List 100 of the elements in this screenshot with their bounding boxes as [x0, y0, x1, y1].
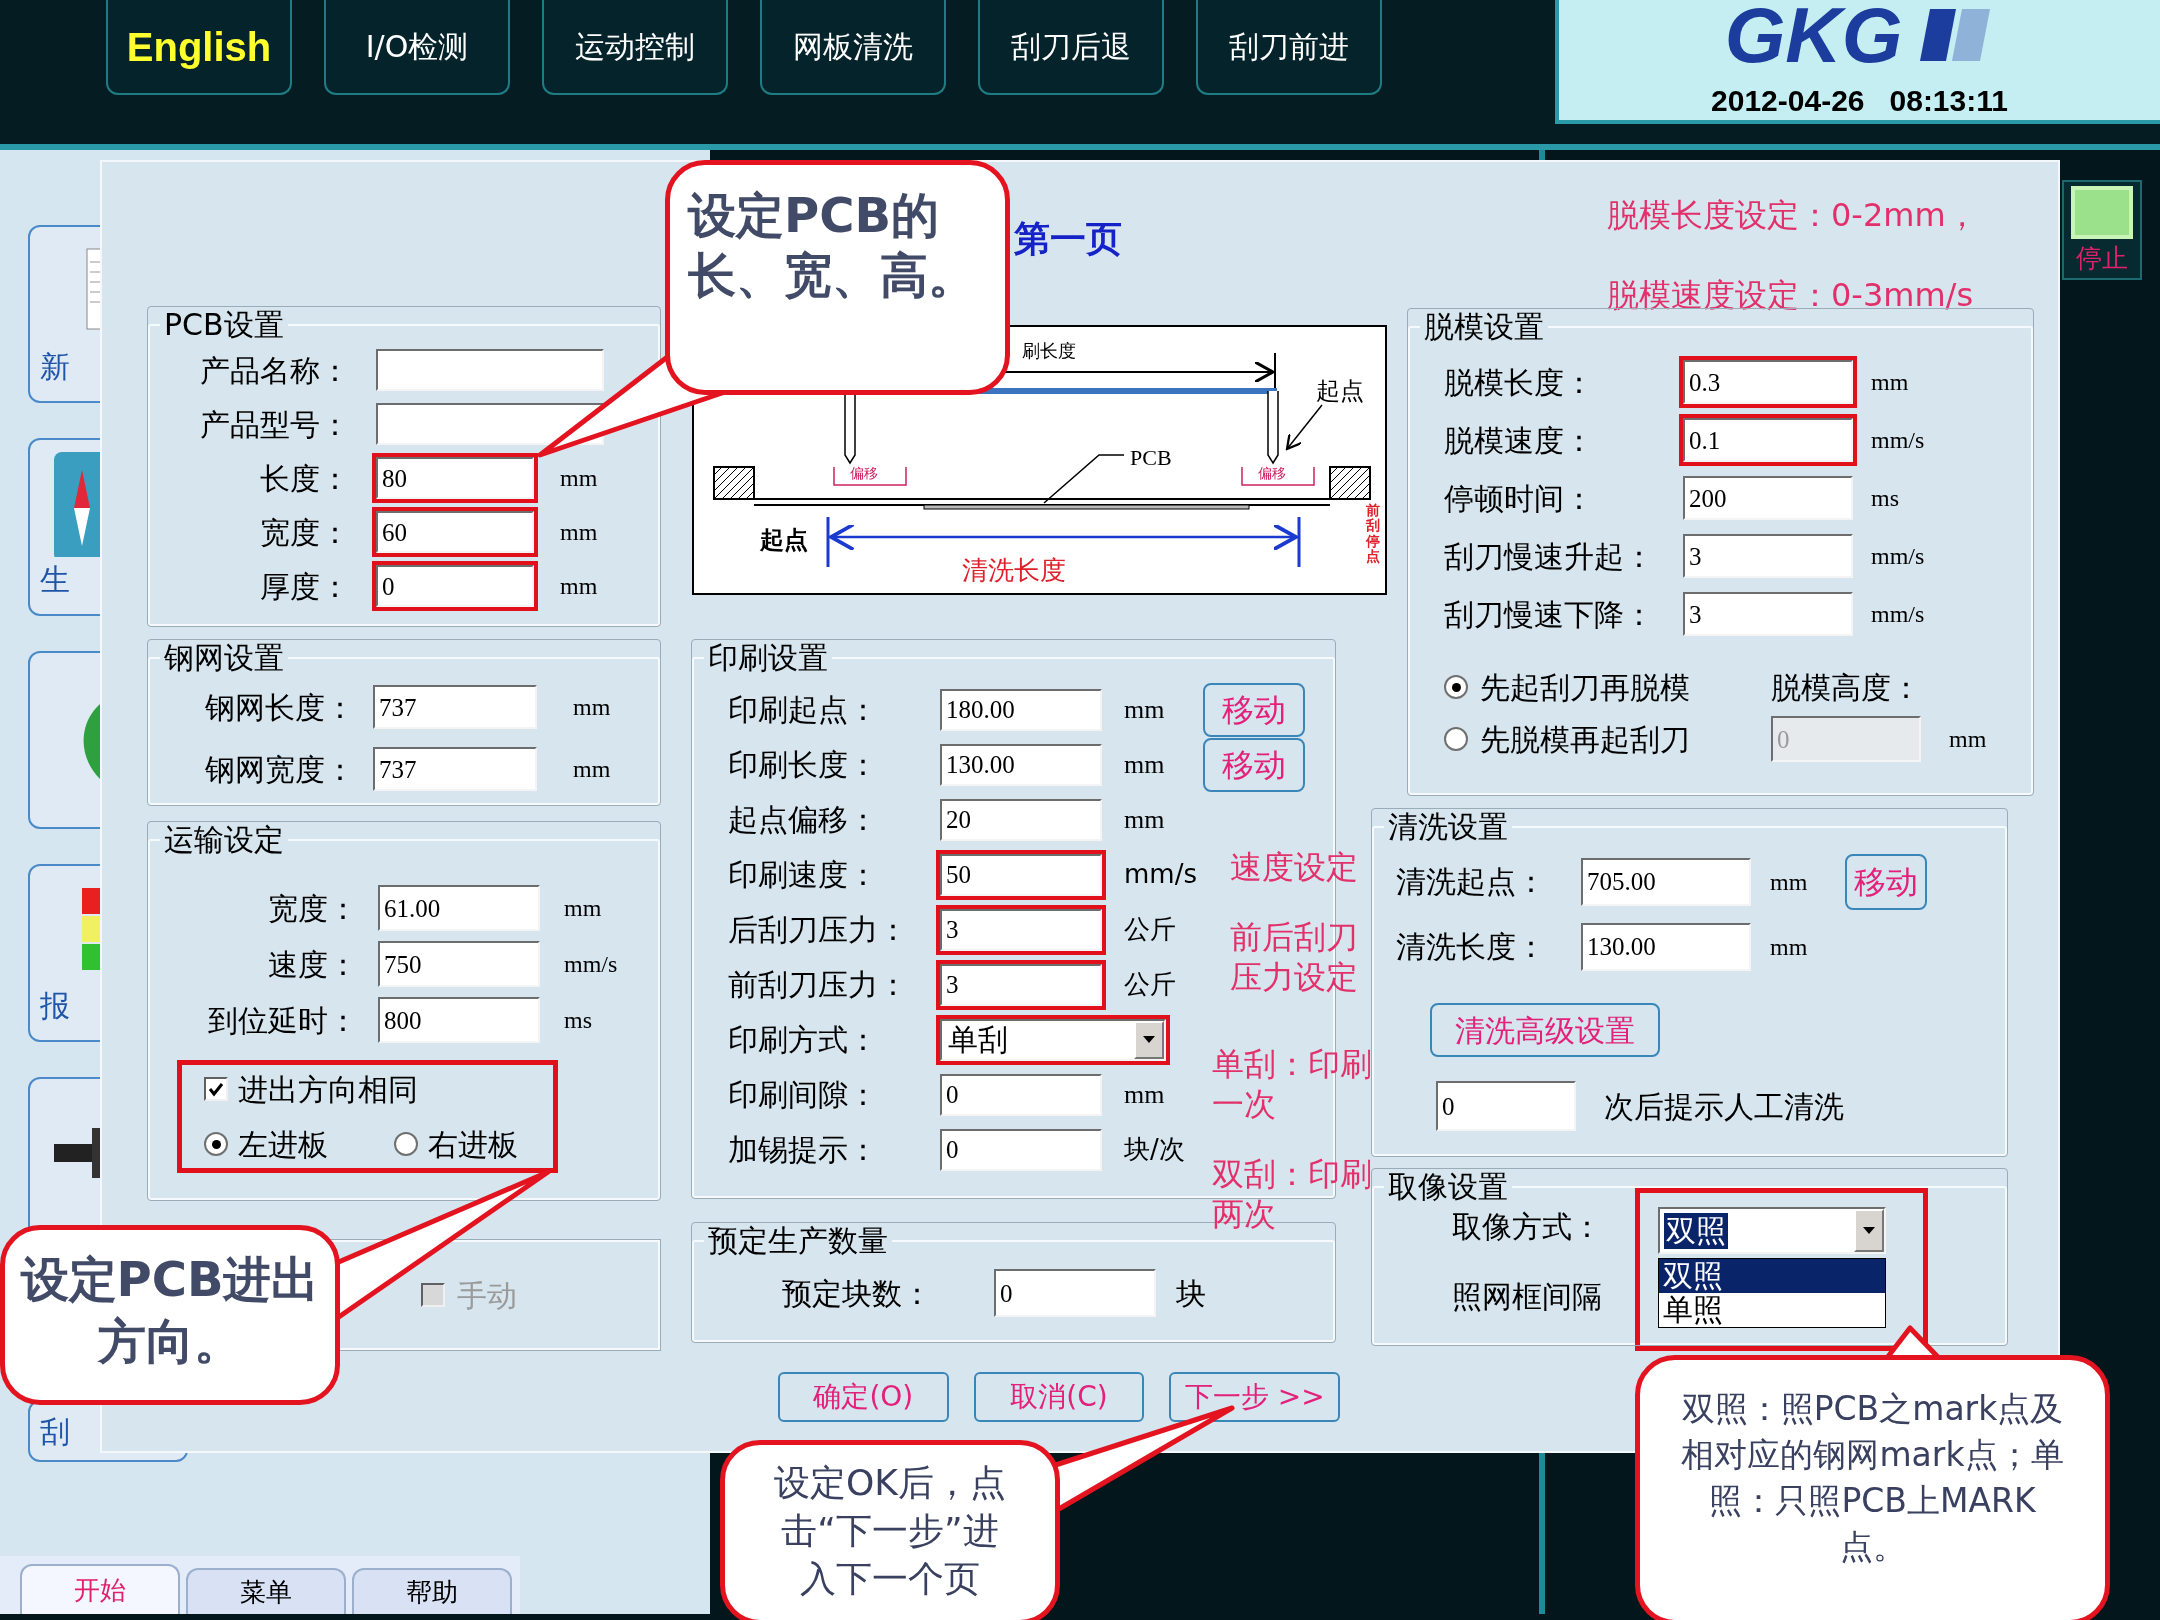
- input-field[interactable]: 737: [373, 685, 537, 729]
- group-title: 预定生产数量: [707, 1223, 889, 1259]
- unit-label: mm: [560, 464, 598, 493]
- radio-button[interactable]: [1444, 727, 1468, 751]
- side-button-label: 刮: [40, 1412, 71, 1451]
- radio-button[interactable]: [1444, 675, 1468, 699]
- group-title: 取像设置: [1387, 1169, 1509, 1205]
- unit-label: mm: [1770, 932, 1809, 962]
- nav-button[interactable]: 运动控制: [542, 0, 728, 95]
- input-field[interactable]: 0: [940, 1128, 1102, 1171]
- diagram-label: 偏移: [1258, 465, 1286, 481]
- side-button-label: 生: [40, 561, 71, 599]
- callout-bubble: 双照：照PCB之mark点及相对应的钢网mark点；单照：只照PCB上MARK点。: [1635, 1355, 2110, 1620]
- dropdown-button[interactable]: [1854, 1209, 1884, 1252]
- note-text: 速度设定: [1230, 847, 1359, 887]
- field-label: 印刷长度：: [728, 746, 879, 784]
- callout-bubble: 设定PCB进出方向。: [0, 1225, 340, 1405]
- group-title: 脱模设置: [1423, 309, 1545, 345]
- input-field[interactable]: 3: [1683, 592, 1853, 636]
- input-field[interactable]: 0: [376, 565, 534, 607]
- input-field[interactable]: 0: [994, 1269, 1156, 1317]
- input-field[interactable]: 130.00: [1581, 922, 1751, 971]
- input-field[interactable]: 0: [1436, 1081, 1576, 1131]
- input-field[interactable]: 0: [940, 1073, 1102, 1116]
- unit-label: ms: [564, 1006, 592, 1035]
- dropdown[interactable]: 单刮: [940, 1018, 1166, 1061]
- nav-button[interactable]: 刮刀前进: [1196, 0, 1382, 95]
- input-field[interactable]: 800: [378, 997, 540, 1043]
- unit-label: mm/s: [564, 950, 618, 979]
- input-field[interactable]: 3: [1683, 534, 1853, 578]
- side-button-label: 报: [40, 987, 71, 1025]
- input-field[interactable]: 3: [940, 908, 1102, 951]
- unit-label: 块/次: [1124, 1133, 1186, 1166]
- field-label: 预定块数：: [782, 1274, 933, 1313]
- dropdown[interactable]: 双照: [1658, 1207, 1886, 1254]
- input-field[interactable]: 80: [376, 457, 534, 499]
- checkmark-icon: [208, 1081, 224, 1097]
- radio-button[interactable]: [394, 1132, 418, 1156]
- field-label: 照网框间隔: [1452, 1278, 1603, 1316]
- input-field[interactable]: 750: [378, 941, 540, 987]
- input-field[interactable]: 0.3: [1683, 360, 1853, 404]
- field-label: 钢网长度：: [204, 688, 355, 727]
- unit-label: mm/s: [1124, 858, 1198, 891]
- bottom-tab[interactable]: 菜单: [186, 1568, 346, 1614]
- input-field[interactable]: 130.00: [940, 743, 1102, 786]
- field-label: 长度：: [259, 459, 350, 498]
- dropdown-option[interactable]: 双照: [1659, 1259, 1885, 1293]
- dropdown-button[interactable]: [1134, 1020, 1164, 1059]
- diagram-label: 清洗长度: [962, 554, 1066, 587]
- date-time: 2012-04-26 08:13:11: [1711, 83, 2008, 119]
- input-field[interactable]: 180.00: [940, 688, 1102, 731]
- unit-label: 公斤: [1124, 969, 1177, 1001]
- bottom-tab[interactable]: 开始: [20, 1564, 180, 1614]
- nav-button[interactable]: I/O检测: [324, 0, 510, 95]
- field-label: 钢网宽度：: [204, 750, 355, 789]
- note-text: 前后刮刀压力设定: [1230, 917, 1359, 997]
- input-field[interactable]: 50: [940, 853, 1102, 896]
- input-field[interactable]: 705.00: [1581, 857, 1751, 906]
- field-label: 脱模速度：: [1444, 421, 1595, 460]
- unit-label: mm: [573, 693, 611, 722]
- field-label: 产品型号：: [199, 405, 350, 444]
- checkbox-label: 手动: [457, 1276, 517, 1315]
- group-title: 运输设定: [163, 822, 285, 858]
- note-text: 单刮：印刷一次: [1212, 1044, 1373, 1124]
- checkbox[interactable]: [204, 1077, 228, 1101]
- unit-label: mm: [1124, 749, 1166, 781]
- diagram-label: 刷长度: [1022, 339, 1076, 363]
- group-title: 印刷设置: [707, 640, 829, 676]
- field-label: 次后提示人工清洗: [1604, 1087, 1844, 1126]
- field-label: 宽度：: [259, 513, 350, 552]
- input-field[interactable]: 737: [373, 747, 537, 791]
- unit-label: mm/s: [1871, 542, 1925, 571]
- group-title: PCB设置: [163, 307, 285, 343]
- input-field[interactable]: 0.1: [1683, 418, 1853, 462]
- input-field[interactable]: 61.00: [378, 885, 540, 931]
- bottom-tab[interactable]: 帮助: [352, 1568, 512, 1614]
- field-label: 起点偏移：: [728, 801, 879, 839]
- input-field[interactable]: 200: [1683, 476, 1853, 520]
- nav-button[interactable]: 刮刀后退: [978, 0, 1164, 95]
- unit-label: mm: [573, 755, 611, 784]
- input-field[interactable]: 20: [940, 798, 1102, 841]
- caret-icon: [1143, 1036, 1155, 1043]
- field-label: 清洗长度：: [1396, 928, 1547, 966]
- unit-label: mm: [564, 894, 602, 923]
- nav-button[interactable]: 网板清洗: [760, 0, 946, 95]
- radio-button[interactable]: [204, 1132, 228, 1156]
- field-label: 脱模长度：: [1444, 363, 1595, 402]
- diagram-label: 起点: [760, 525, 808, 556]
- input-field[interactable]: 60: [376, 511, 534, 553]
- unit-label: mm/s: [1871, 426, 1925, 455]
- input-field[interactable]: 3: [940, 963, 1102, 1006]
- unit-label: 公斤: [1124, 914, 1177, 946]
- input-field[interactable]: [376, 349, 604, 391]
- field-label: 后刮刀压力：: [728, 911, 909, 949]
- unit-label: mm: [1124, 1079, 1166, 1111]
- diagram-label: PCB: [1130, 444, 1172, 472]
- field-label: 取像方式：: [1452, 1208, 1603, 1246]
- nav-button[interactable]: English: [106, 0, 292, 95]
- radio-label: 先脱模再起刮刀: [1480, 720, 1690, 759]
- group-title: 钢网设置: [163, 640, 285, 676]
